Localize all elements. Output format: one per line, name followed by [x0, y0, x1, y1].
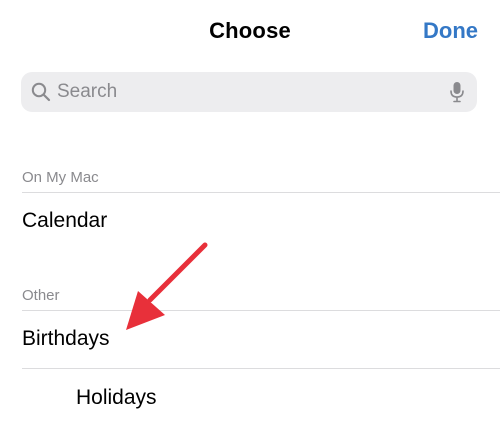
search-input[interactable]: [57, 72, 437, 112]
microphone-icon[interactable]: [449, 81, 465, 103]
section-header-other: Other: [22, 287, 60, 304]
navigation-bar: Choose Done: [0, 0, 500, 70]
search-icon: [31, 82, 51, 102]
section-header-on-my-mac: On My Mac: [22, 169, 99, 186]
list-item-label: Calendar: [22, 209, 108, 232]
search-bar[interactable]: [21, 72, 477, 112]
list-item-holidays[interactable]: Holidays: [0, 369, 500, 425]
list-item-label: Birthdays: [22, 327, 110, 350]
list-item-calendar[interactable]: Calendar: [0, 193, 500, 249]
list-item-birthdays[interactable]: Birthdays: [0, 311, 500, 367]
done-button[interactable]: Done: [423, 18, 478, 44]
list-item-label: Holidays: [76, 386, 157, 409]
